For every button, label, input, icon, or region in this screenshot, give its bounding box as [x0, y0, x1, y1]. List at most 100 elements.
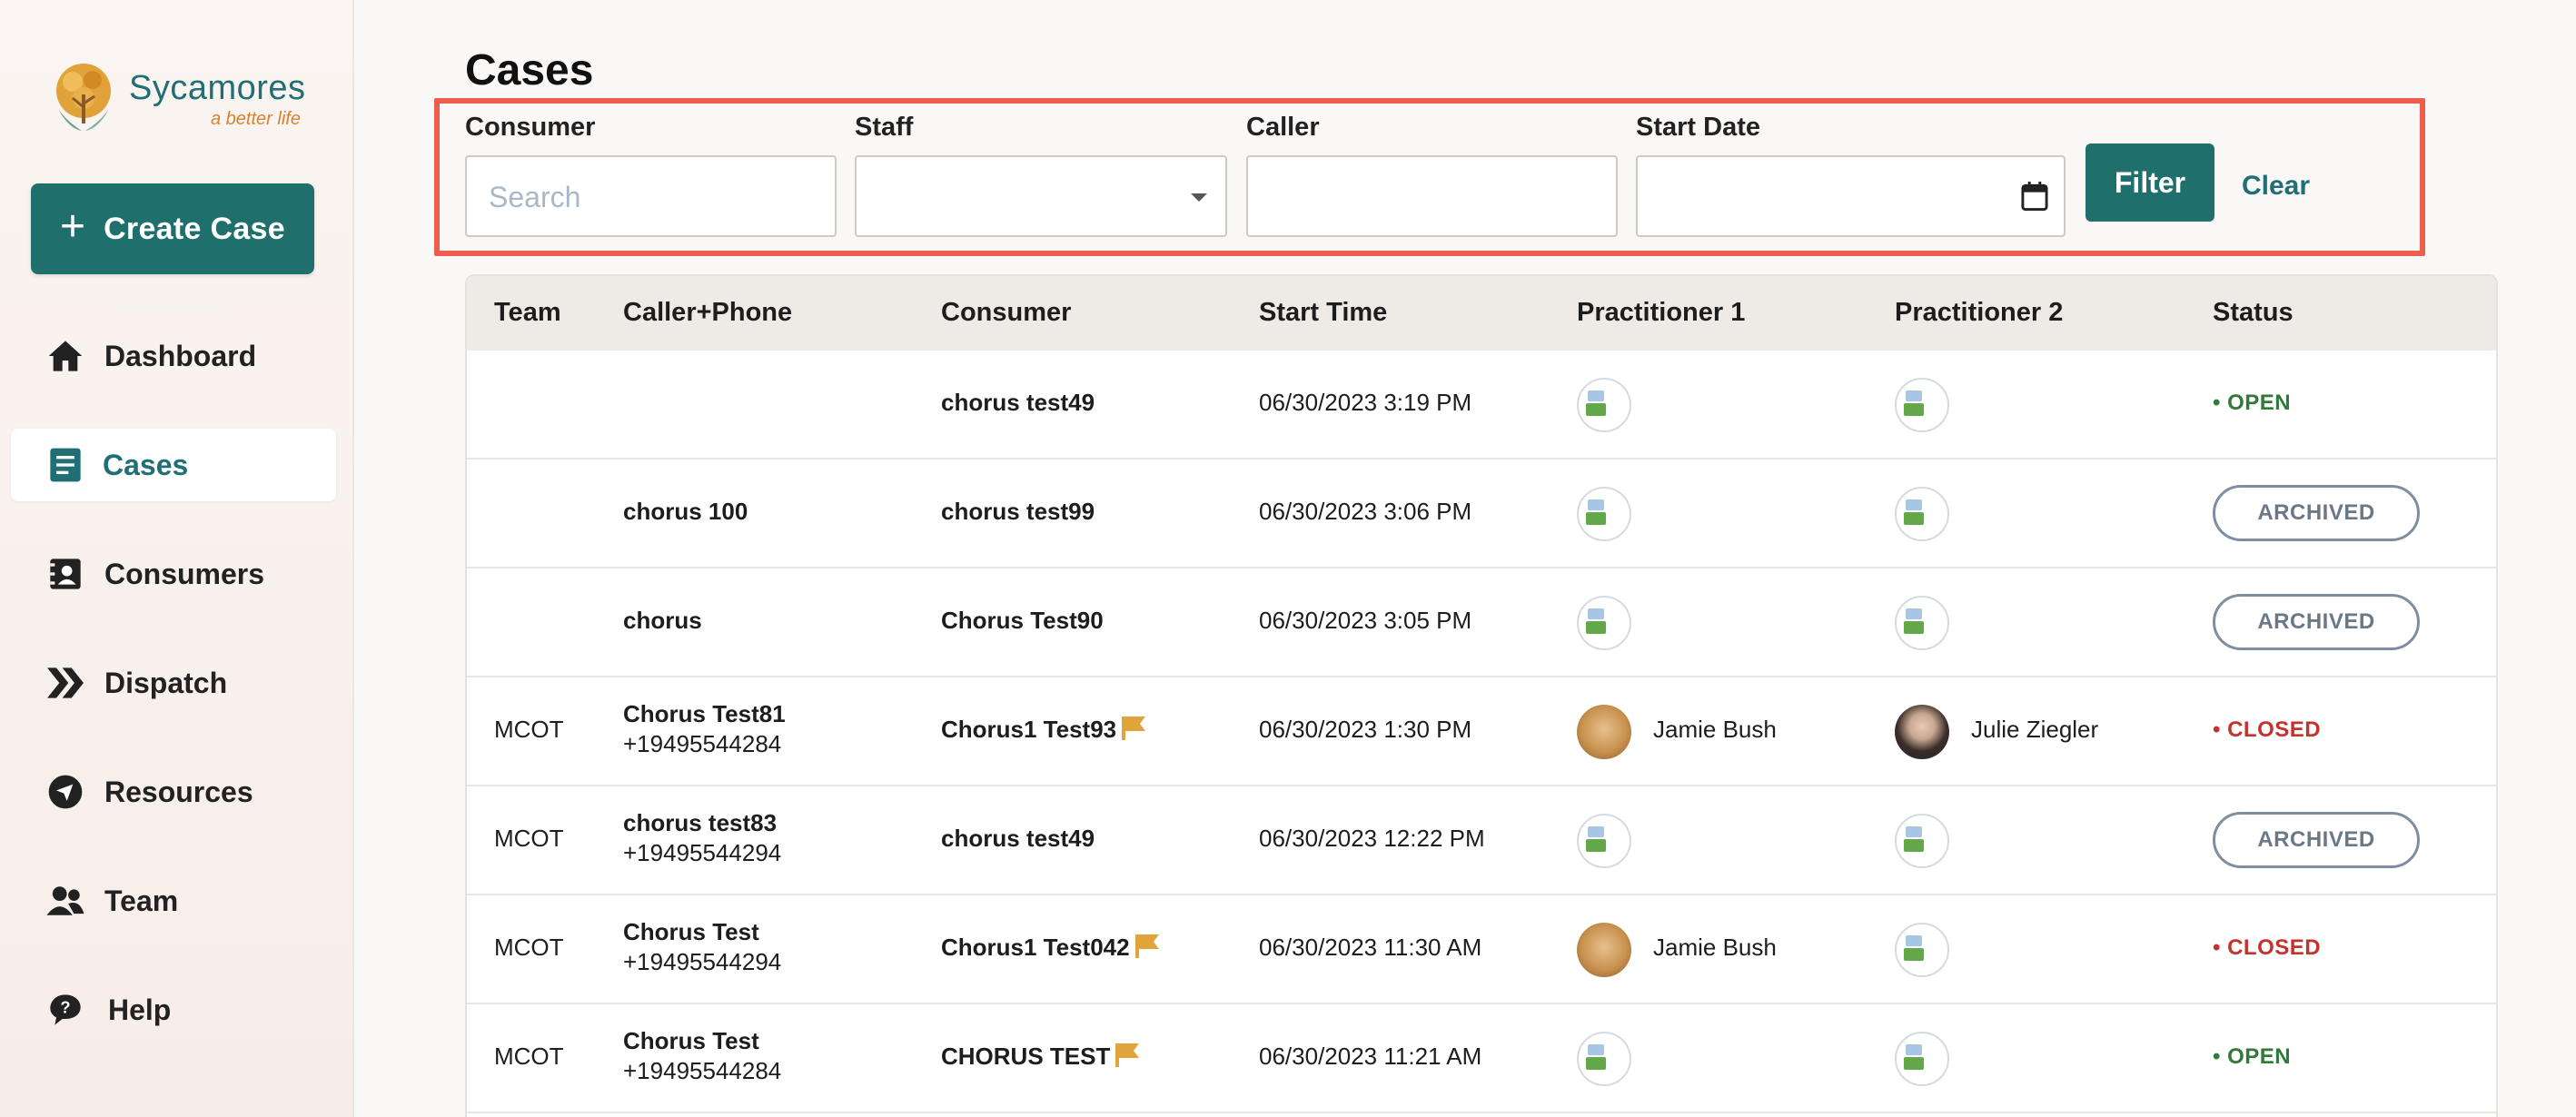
consumer-cell[interactable]: chorus test49 — [941, 389, 1095, 417]
dispatch-icon — [45, 663, 85, 703]
practitioner-1-avatar — [1577, 814, 1631, 868]
table-header: Team Caller+Phone Consumer Start Time Pr… — [467, 276, 2496, 351]
start-date-input[interactable] — [1636, 155, 2007, 237]
start-time-cell: 06/30/2023 3:05 PM — [1259, 607, 1472, 634]
table-row[interactable]: chorus test49 06/30/2023 3:19 PM • OPEN — [467, 351, 2496, 460]
column-header-caller-phone[interactable]: Caller+Phone — [623, 298, 792, 328]
status-badge: • CLOSED — [2213, 935, 2322, 960]
start-time-cell: 06/30/2023 12:22 PM — [1259, 825, 1485, 852]
status-badge: ARCHIVED — [2213, 812, 2420, 868]
sidebar-item-consumers[interactable]: Consumers — [11, 538, 336, 610]
column-header-status[interactable]: Status — [2213, 298, 2294, 328]
table-row[interactable]: MCOT chorus test83 +19495544294 chorus test… — [467, 786, 2496, 895]
sycamores-logo-icon — [56, 64, 111, 131]
consumer-cell[interactable]: chorus test49 — [941, 825, 1095, 853]
staff-select[interactable] — [855, 155, 1227, 237]
sidebar-item-dispatch[interactable]: Dispatch — [11, 647, 336, 719]
help-icon: ? — [45, 990, 85, 1030]
table-row[interactable]: chorus 100 chorus test99 06/30/2023 3:06 P… — [467, 460, 2496, 568]
status-text: CLOSED — [2227, 935, 2322, 960]
caller-phone-cell: +19495544294 — [623, 948, 782, 975]
status-badge: • OPEN — [2213, 1044, 2292, 1069]
flag-icon — [1115, 1043, 1141, 1073]
consumer-cell[interactable]: Chorus1 Test042 — [941, 934, 1161, 964]
create-case-label: Create Case — [104, 211, 285, 246]
team-cell: MCOT — [494, 716, 564, 743]
sidebar-item-cases[interactable]: Cases — [11, 429, 336, 501]
sidebar-item-label: Help — [108, 993, 172, 1026]
consumer-cell[interactable]: Chorus1 Test93 — [941, 716, 1147, 746]
status-text: CLOSED — [2227, 717, 2322, 742]
flag-icon — [1134, 934, 1161, 964]
practitioner-1-name: Jamie Bush — [1653, 934, 1777, 961]
consumer-filter-label: Consumer — [465, 113, 596, 142]
team-cell: MCOT — [494, 825, 564, 852]
logo[interactable]: Sycamores a better life — [45, 58, 318, 134]
resources-icon — [45, 772, 85, 812]
start-time-cell: 06/30/2023 11:21 AM — [1259, 1043, 1482, 1070]
sidebar-item-help[interactable]: ? Help — [11, 974, 336, 1046]
svg-text:?: ? — [60, 997, 70, 1016]
calendar-button[interactable] — [2006, 155, 2066, 237]
sidebar: Sycamores a better life + Create Case Da… — [0, 0, 354, 1117]
consumer-name: chorus test99 — [941, 498, 1095, 525]
table-row[interactable]: MCOT Chorus Test +19495544294 Chorus1 Test0… — [467, 895, 2496, 1004]
practitioner-1-avatar — [1577, 378, 1631, 432]
sidebar-item-dashboard[interactable]: Dashboard — [11, 320, 336, 392]
practitioner-1-avatar — [1577, 596, 1631, 650]
consumers-icon — [45, 554, 85, 594]
status-badge: ARCHIVED — [2213, 594, 2420, 650]
calendar-icon — [2021, 182, 2048, 211]
start-date-filter-label: Start Date — [1636, 113, 1760, 142]
consumer-cell[interactable]: chorus test99 — [941, 498, 1095, 526]
practitioner-1-avatar — [1577, 705, 1631, 759]
column-header-practitioner-1[interactable]: Practitioner 1 — [1577, 298, 1745, 328]
start-time-cell: 06/30/2023 1:30 PM — [1259, 716, 1472, 743]
practitioner-1-avatar — [1577, 923, 1631, 977]
status-text: OPEN — [2227, 390, 2292, 415]
sidebar-item-resources[interactable]: Resources — [11, 756, 336, 828]
status-badge: • CLOSED — [2213, 717, 2322, 742]
consumer-name: Chorus Test90 — [941, 607, 1104, 634]
consumer-cell[interactable]: CHORUS TEST — [941, 1043, 1141, 1073]
caller-name-cell: Chorus Test — [623, 918, 759, 945]
sidebar-item-label: Resources — [104, 775, 253, 808]
brand-name: Sycamores — [129, 69, 306, 107]
practitioner-2-avatar — [1895, 378, 1949, 432]
table-row[interactable]: MCOT Chorus Test +19495544284 CHORUS TEST 06… — [467, 1004, 2496, 1113]
practitioner-2-avatar — [1895, 596, 1949, 650]
caller-filter-label: Caller — [1246, 113, 1320, 142]
consumer-name: chorus test49 — [941, 825, 1095, 852]
column-header-practitioner-2[interactable]: Practitioner 2 — [1895, 298, 2063, 328]
caller-input[interactable] — [1246, 155, 1618, 237]
sidebar-item-team[interactable]: Team — [11, 865, 336, 937]
practitioner-2-name: Julie Ziegler — [1971, 716, 2099, 743]
cases-table: Team Caller+Phone Consumer Start Time Pr… — [465, 274, 2498, 1117]
create-case-button[interactable]: + Create Case — [31, 183, 314, 274]
team-cell: MCOT — [494, 1043, 564, 1070]
plus-icon: + — [60, 203, 86, 251]
consumer-search-placeholder: Search — [489, 181, 581, 213]
column-header-start-time[interactable]: Start Time — [1259, 298, 1387, 328]
status-text: OPEN — [2227, 1044, 2292, 1069]
practitioner-2-avatar — [1895, 923, 1949, 977]
brand-tagline: a better life — [211, 109, 301, 129]
clear-filters-link[interactable]: Clear — [2242, 171, 2310, 202]
consumer-name: CHORUS TEST — [941, 1043, 1111, 1070]
start-time-cell: 06/30/2023 3:06 PM — [1259, 498, 1472, 525]
status-badge: ARCHIVED — [2213, 485, 2420, 541]
flag-icon — [1122, 716, 1147, 746]
table-row[interactable]: MCOT Chorus Test81 +19495544284 Chorus1 Tes… — [467, 677, 2496, 786]
filter-button[interactable]: Filter — [2086, 143, 2214, 222]
practitioner-2-avatar — [1895, 1032, 1949, 1086]
consumer-search-input[interactable]: Search — [465, 155, 837, 237]
team-icon — [45, 881, 85, 921]
consumer-name: chorus test49 — [941, 389, 1095, 416]
column-header-team[interactable]: Team — [494, 298, 561, 328]
chevron-down-icon — [1191, 193, 1207, 202]
consumer-cell[interactable]: Chorus Test90 — [941, 607, 1104, 635]
sidebar-item-label: Team — [104, 884, 179, 917]
column-header-consumer[interactable]: Consumer — [941, 298, 1071, 328]
practitioner-1-avatar — [1577, 1032, 1631, 1086]
table-row[interactable]: chorus Chorus Test90 06/30/2023 3:05 PM ARC… — [467, 568, 2496, 677]
